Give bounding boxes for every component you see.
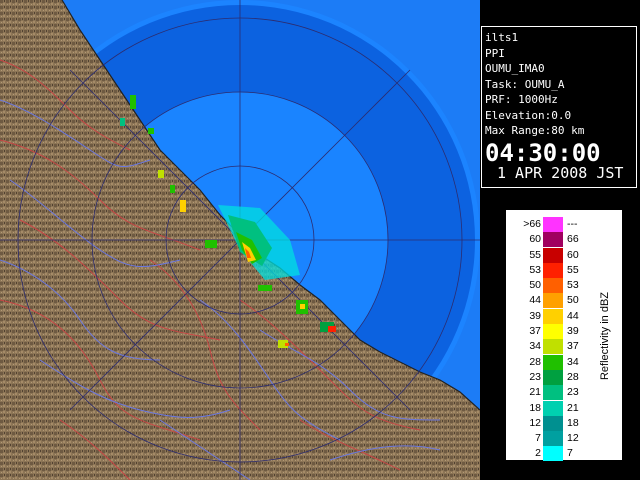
legend-row: 55 60: [507, 247, 623, 263]
legend-row: 27: [507, 446, 623, 462]
legend-color-swatch: [543, 232, 563, 248]
legend-high-value: 12: [567, 432, 579, 445]
legend-color-swatch: [543, 278, 563, 294]
legend-low-value: 39: [529, 309, 541, 322]
legend-low-value: 60: [529, 233, 541, 246]
legend-high-value: 66: [567, 233, 579, 246]
prf-value: PRF: 1000Hz: [485, 93, 558, 106]
legend-low-value: 53: [529, 263, 541, 276]
legend-high-value: 23: [567, 386, 579, 399]
reflectivity-legend: >66 --- 60 66 55 60 53 55 50 53 44 50 39 44 37 39 34 37 28…: [506, 210, 623, 462]
legend-low-value: 18: [529, 401, 541, 414]
legend-color-swatch: [543, 262, 563, 278]
scan-time: 04:30:00: [485, 138, 601, 167]
legend-color-swatch: [543, 446, 563, 462]
legend-color-swatch: [543, 400, 563, 416]
legend-high-value: 18: [567, 416, 579, 429]
site-name: OUMU_IMA0: [485, 62, 545, 75]
scan-date: 1 APR 2008 JST: [497, 163, 624, 182]
legend-high-value: 44: [567, 309, 579, 322]
legend-low-value: 7: [535, 432, 541, 445]
legend-low-value: >66: [523, 218, 541, 230]
legend-high-value: 53: [567, 279, 579, 292]
legend-row: 60 66: [507, 232, 623, 248]
legend-low-value: 12: [529, 416, 541, 429]
product-name: ilts1: [485, 31, 519, 44]
radar-map: [0, 0, 480, 480]
scan-info-panel: ilts1 PPI OUMU_IMA0 Task: OUMU_A PRF: 10…: [481, 26, 637, 188]
legend-low-value: 55: [529, 248, 541, 261]
legend-color-swatch: [543, 217, 563, 232]
legend-color-swatch: [543, 247, 563, 263]
legend-row: 53 55: [507, 262, 623, 278]
scan-type: PPI: [485, 46, 505, 60]
legend-high-value: 37: [567, 340, 579, 353]
legend-low-value: 2: [535, 447, 541, 460]
legend-high-value: 21: [567, 401, 579, 414]
legend-color-swatch: [543, 324, 563, 340]
legend-high-value: ---: [567, 218, 578, 230]
max-range-value: Max Range:80 km: [485, 124, 585, 137]
legend-title: Reflectivity in dBZ: [599, 291, 611, 381]
legend-high-value: 7: [567, 447, 573, 460]
legend-low-value: 50: [529, 279, 541, 292]
legend-low-value: 23: [529, 370, 541, 383]
legend-low-value: 37: [529, 325, 541, 338]
legend-row: 18 21: [507, 400, 623, 416]
legend-row: >66 ---: [507, 217, 623, 232]
radar-display: ilts1 PPI OUMU_IMA0 Task: OUMU_A PRF: 10…: [0, 0, 640, 480]
legend-row: 12 18: [507, 415, 623, 431]
legend-high-value: 55: [567, 263, 579, 276]
legend-color-swatch: [543, 415, 563, 431]
task-name: Task: OUMU_A: [485, 77, 565, 91]
elevation-value: Elevation:0.0: [485, 108, 572, 122]
legend-color-swatch: [543, 354, 563, 370]
legend-color-swatch: [543, 308, 563, 324]
legend-color-swatch: [543, 369, 563, 385]
legend-low-value: 44: [529, 294, 541, 307]
legend-color-swatch: [543, 385, 563, 401]
legend-low-value: 28: [529, 355, 541, 368]
legend-row: 7 12: [507, 431, 623, 447]
legend-low-value: 34: [529, 340, 541, 353]
legend-high-value: 28: [567, 370, 579, 383]
legend-high-value: 39: [567, 325, 579, 338]
legend-high-value: 34: [567, 355, 579, 368]
legend-color-swatch: [543, 293, 563, 309]
legend-color-swatch: [543, 431, 563, 447]
legend-row: 21 23: [507, 385, 623, 401]
legend-high-value: 60: [567, 248, 579, 261]
legend-color-swatch: [543, 339, 563, 355]
legend-low-value: 21: [529, 386, 541, 399]
legend-high-value: 50: [567, 294, 579, 307]
